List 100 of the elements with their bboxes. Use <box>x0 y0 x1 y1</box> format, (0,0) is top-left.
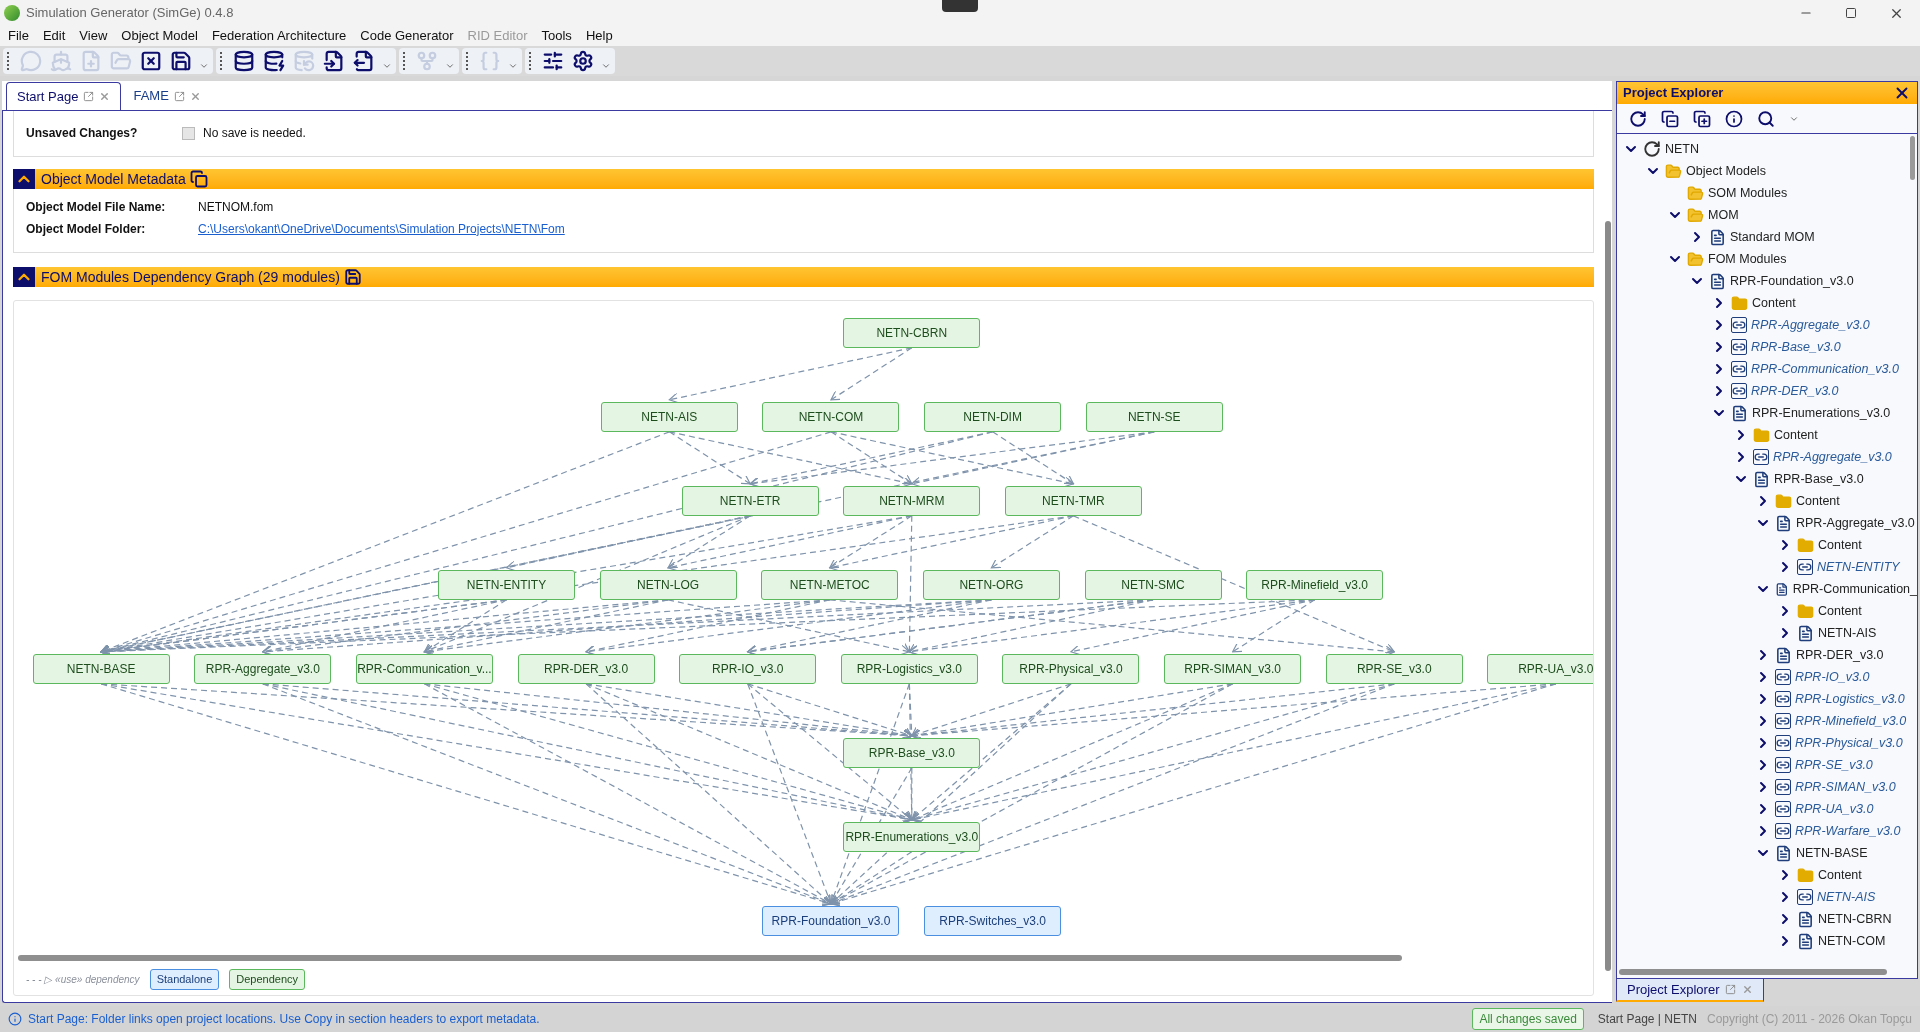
tree-item[interactable]: Content <box>1796 491 1840 511</box>
module-node[interactable]: RPR-Logistics_v3.0 <box>840 653 978 684</box>
module-node[interactable]: NETN-DIM <box>924 401 1062 432</box>
tree-item[interactable]: RPR-IO_v3.0 <box>1795 667 1870 687</box>
dropdown-icon[interactable] <box>508 61 518 71</box>
copy-icon[interactable] <box>189 170 208 188</box>
sliders-button[interactable] <box>541 49 565 73</box>
expand-all-icon[interactable] <box>1693 109 1711 128</box>
tree-item[interactable]: Content <box>1818 535 1862 555</box>
module-node[interactable]: RPR-Switches_v3.0 <box>924 905 1062 936</box>
tree-item[interactable]: RPR-Warfare_v3.0 <box>1795 821 1901 841</box>
popout-icon[interactable] <box>83 91 95 102</box>
tree-item[interactable]: NETN <box>1665 139 1700 159</box>
module-node[interactable]: NETN-MRM <box>843 485 981 516</box>
settings-button[interactable] <box>571 49 595 73</box>
tree-item[interactable]: MOM <box>1708 205 1739 225</box>
module-node[interactable]: NETN-SMC <box>1084 569 1222 600</box>
checkbox[interactable] <box>182 126 195 140</box>
dropdown-icon[interactable] <box>601 61 611 71</box>
tree-item[interactable]: RPR-Communication_v3.0 <box>1751 359 1899 379</box>
module-node[interactable]: RPR-DER_v3.0 <box>517 653 655 684</box>
document-tab[interactable]: Start Page <box>6 82 122 110</box>
menu-item[interactable]: View <box>79 26 108 46</box>
tree-item[interactable]: Content <box>1752 293 1796 313</box>
tree-item[interactable]: FOM Modules <box>1708 249 1787 269</box>
menu-item[interactable]: File <box>8 26 29 46</box>
tree-item[interactable]: RPR-Communication_ <box>1792 579 1917 599</box>
menu-item[interactable]: Object Model <box>121 26 198 46</box>
module-node[interactable]: RPR-Aggregate_v3.0 <box>194 653 332 684</box>
panel-tab[interactable]: Project Explorer <box>1616 979 1765 1002</box>
collapse-button[interactable] <box>13 169 35 189</box>
info-icon[interactable] <box>1725 109 1743 128</box>
menu-item[interactable]: Code Generator <box>360 26 454 46</box>
tree-item[interactable]: RPR-Aggregate_v3.0 <box>1773 447 1892 467</box>
module-node[interactable]: RPR-SE_v3.0 <box>1325 653 1463 684</box>
tree-item[interactable]: RPR-DER_v3.0 <box>1751 381 1839 401</box>
module-node[interactable]: RPR-UA_v3.0 <box>1487 653 1593 684</box>
tree-item[interactable]: RPR-Physical_v3.0 <box>1795 733 1903 753</box>
module-node[interactable]: NETN-ETR <box>681 485 819 516</box>
tree-item[interactable]: Content <box>1818 865 1862 885</box>
module-node[interactable]: RPR-Minefield_v3.0 <box>1246 569 1384 600</box>
dropdown-icon[interactable] <box>199 61 209 71</box>
tree-item[interactable]: NETN-COM <box>1818 931 1886 951</box>
dropdown-icon[interactable] <box>445 61 455 71</box>
document-tab[interactable]: FAME <box>123 82 211 110</box>
module-node[interactable]: NETN-ENTITY <box>438 569 575 600</box>
tree-item[interactable]: RPR-UA_v3.0 <box>1795 799 1874 819</box>
tree-item[interactable]: RPR-SE_v3.0 <box>1795 755 1873 775</box>
module-node[interactable]: RPR-Enumerations_v3.0 <box>843 821 981 852</box>
menu-item[interactable]: Tools <box>541 26 572 46</box>
tree-item[interactable]: Object Models <box>1686 161 1766 181</box>
tree-item[interactable]: SOM Modules <box>1708 183 1788 203</box>
maximize-icon[interactable] <box>1845 7 1857 19</box>
drag-handle[interactable] <box>942 0 978 12</box>
tree-item[interactable]: RPR-Aggregate_v3.0 <box>1796 513 1915 533</box>
dropdown-icon[interactable] <box>382 61 392 71</box>
scrollbar[interactable] <box>1910 136 1915 180</box>
database-add-button[interactable] <box>232 49 256 73</box>
tree-item[interactable]: NETN-AIS <box>1817 887 1876 907</box>
search-icon[interactable] <box>1757 109 1775 128</box>
refresh-icon[interactable] <box>1629 109 1647 128</box>
tree-item[interactable]: Standard MOM <box>1730 227 1815 247</box>
tree-item[interactable]: NETN-ENTITY <box>1817 557 1900 577</box>
module-node[interactable]: NETN-TMR <box>1004 485 1142 516</box>
folder-link[interactable]: C:\Users\okant\OneDrive\Documents\Simulation Projects\NETN\Fom <box>198 219 565 238</box>
popout-icon[interactable] <box>173 90 185 102</box>
module-node[interactable]: RPR-IO_v3.0 <box>679 653 817 684</box>
scrollbar[interactable] <box>1619 969 1887 975</box>
module-node[interactable]: RPR-Communication_v... <box>355 653 493 684</box>
module-node[interactable]: NETN-METOC <box>761 569 899 600</box>
module-node[interactable]: RPR-Base_v3.0 <box>843 737 981 768</box>
module-node[interactable]: NETN-ORG <box>922 569 1060 600</box>
tree-item[interactable]: RPR-Aggregate_v3.0 <box>1751 315 1870 335</box>
menu-item[interactable]: Federation Architecture <box>211 26 347 46</box>
tree-item[interactable]: Content <box>1774 425 1818 445</box>
menu-item[interactable]: Edit <box>42 26 66 46</box>
tree-item[interactable]: NETN-BASE <box>1796 843 1868 863</box>
tree-item[interactable]: RPR-DER_v3.0 <box>1796 645 1884 665</box>
module-node[interactable]: NETN-CBRN <box>843 317 981 348</box>
menu-item[interactable]: Help <box>585 26 613 46</box>
save-icon[interactable] <box>343 268 362 286</box>
collapse-button[interactable] <box>13 267 35 287</box>
module-node[interactable]: RPR-Foundation_v3.0 <box>762 905 900 936</box>
tree-item[interactable]: RPR-Enumerations_v3.0 <box>1752 403 1891 423</box>
tree-item[interactable]: Content <box>1818 601 1862 621</box>
popout-icon[interactable] <box>1725 984 1737 995</box>
module-node[interactable]: RPR-Physical_v3.0 <box>1002 653 1140 684</box>
tree-item[interactable]: RPR-Base_v3.0 <box>1774 469 1864 489</box>
module-node[interactable]: NETN-AIS <box>600 401 738 432</box>
tree-item[interactable]: NETN-AIS <box>1818 623 1877 643</box>
module-node[interactable]: NETN-BASE <box>32 653 170 684</box>
tree-item[interactable]: RPR-Base_v3.0 <box>1751 337 1841 357</box>
tree-item[interactable]: NETN-CBRN <box>1818 909 1892 929</box>
scrollbar[interactable] <box>1605 221 1611 971</box>
module-node[interactable]: NETN-LOG <box>599 569 737 600</box>
scrollbar[interactable] <box>18 955 1402 961</box>
collapse-all-icon[interactable] <box>1661 109 1679 128</box>
tree-item[interactable]: RPR-SIMAN_v3.0 <box>1795 777 1896 797</box>
tree-item[interactable]: RPR-Logistics_v3.0 <box>1795 689 1905 709</box>
close-button[interactable] <box>139 49 163 73</box>
